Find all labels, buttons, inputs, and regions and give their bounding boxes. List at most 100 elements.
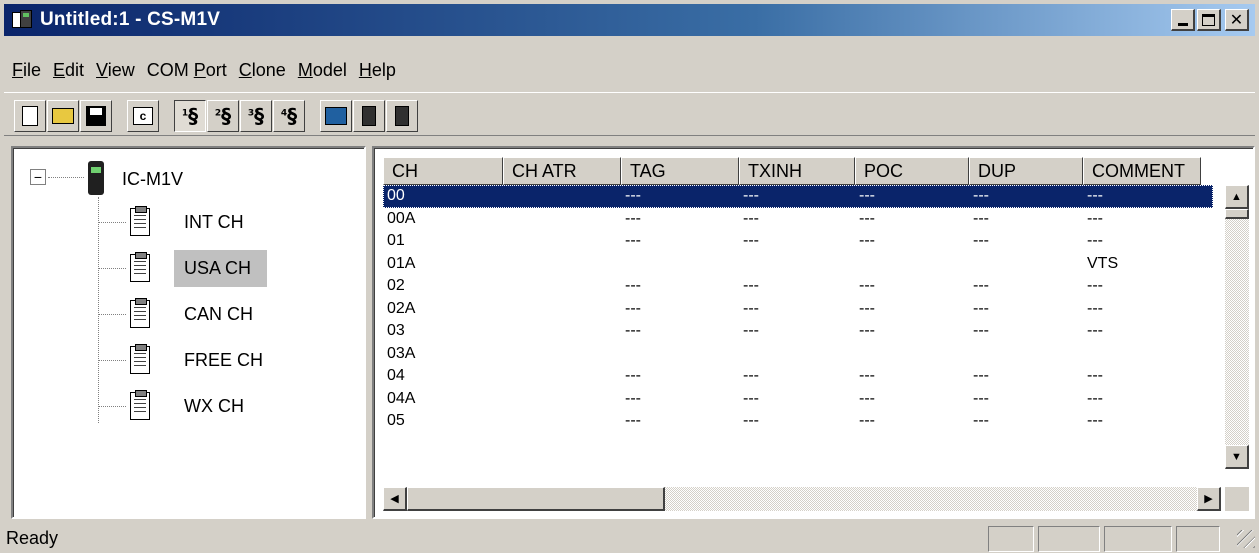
scroll-left-button[interactable]: ◀ bbox=[383, 487, 407, 511]
arrow-left-icon: ◀ bbox=[390, 493, 399, 505]
cell-tag: --- bbox=[625, 209, 641, 227]
port-2-digit: 2 bbox=[214, 108, 222, 119]
table-row[interactable]: 02 --- --- --- --- --- bbox=[383, 275, 1213, 298]
horizontal-scrollbar[interactable]: ◀ ▶ bbox=[383, 487, 1221, 511]
tree-item-can-ch[interactable]: CAN CH bbox=[98, 293, 358, 335]
read-from-radio-icon bbox=[325, 107, 347, 125]
cell-atr bbox=[503, 343, 621, 366]
cell-ch: 01A bbox=[387, 254, 416, 272]
cell-tag bbox=[621, 253, 739, 276]
table-row[interactable]: 03A bbox=[383, 343, 1213, 366]
tree-view[interactable]: − IC-M1V INT CH USA CH CAN CH FREE CH WX CH bbox=[11, 146, 366, 519]
clone-port-3-button[interactable]: 3§ bbox=[240, 100, 272, 132]
cell-poc: --- bbox=[859, 232, 875, 249]
new-button[interactable] bbox=[14, 100, 46, 132]
scroll-down-button[interactable]: ▼ bbox=[1225, 445, 1249, 469]
cell-tag: --- bbox=[625, 412, 641, 429]
close-button[interactable]: ✕ bbox=[1225, 9, 1249, 31]
column-header-ch-atr[interactable]: CH ATR bbox=[503, 157, 621, 185]
scroll-right-button[interactable]: ▶ bbox=[1197, 487, 1221, 511]
cell-txinh: --- bbox=[743, 367, 759, 384]
vertical-scrollbar[interactable]: ▲ ▼ bbox=[1225, 185, 1249, 469]
menu-clone[interactable]: Clone bbox=[239, 60, 286, 81]
cell-txinh: --- bbox=[743, 209, 759, 227]
tree-item-label: WX CH bbox=[184, 395, 244, 416]
menu-model[interactable]: Model bbox=[298, 60, 347, 81]
clone-port-4-icon: 4§ bbox=[280, 104, 298, 128]
comment-button[interactable]: c bbox=[127, 100, 159, 132]
write-to-radio-button[interactable] bbox=[353, 100, 385, 132]
table-row[interactable]: 01 --- --- --- --- --- bbox=[383, 230, 1213, 253]
table-row[interactable]: 04 --- --- --- --- --- bbox=[383, 365, 1213, 388]
table-row[interactable]: 01A VTS bbox=[383, 253, 1213, 276]
status-bar: Ready bbox=[0, 524, 1259, 553]
column-header-dup[interactable]: DUP bbox=[969, 157, 1083, 185]
clipboard-icon bbox=[130, 298, 150, 328]
cell-dup: --- bbox=[973, 232, 989, 249]
menu-edit[interactable]: Edit bbox=[53, 60, 84, 81]
save-button[interactable] bbox=[80, 100, 112, 132]
clone-port-1-icon: 1§ bbox=[181, 104, 199, 128]
cell-atr bbox=[503, 253, 621, 276]
table-row[interactable]: 00 --- --- --- --- --- bbox=[383, 185, 1213, 208]
new-icon bbox=[22, 106, 38, 126]
tree-item-label: USA CH bbox=[174, 249, 268, 287]
resize-grip-icon[interactable] bbox=[1237, 530, 1255, 548]
menu-help[interactable]: Help bbox=[359, 60, 396, 81]
tree-item-wx-ch[interactable]: WX CH bbox=[98, 385, 358, 427]
menu-com-port[interactable]: COM Port bbox=[147, 60, 227, 81]
app-icon[interactable] bbox=[12, 10, 34, 30]
clone-port-3-icon: 3§ bbox=[247, 104, 265, 128]
clone-port-1-button[interactable]: 1§ bbox=[174, 100, 206, 132]
cell-comment: --- bbox=[1087, 209, 1103, 227]
cell-poc: --- bbox=[859, 209, 875, 227]
cell-dup bbox=[969, 343, 1083, 366]
maximize-button[interactable] bbox=[1197, 9, 1221, 31]
channel-list[interactable]: CH CH ATR TAG TXINH POC DUP COMMENT 00 --- --- --… bbox=[372, 146, 1255, 519]
status-panel-4 bbox=[1176, 526, 1220, 552]
open-button[interactable] bbox=[47, 100, 79, 132]
table-row[interactable]: 00A --- --- --- --- --- bbox=[383, 208, 1213, 231]
table-row[interactable]: 03 --- --- --- --- --- bbox=[383, 320, 1213, 343]
column-header-tag[interactable]: TAG bbox=[621, 157, 739, 185]
tree-root-label[interactable]: IC-M1V bbox=[122, 169, 183, 190]
cell-comment: --- bbox=[1087, 299, 1103, 317]
cell-txinh bbox=[739, 253, 855, 276]
cell-txinh: --- bbox=[743, 299, 759, 317]
table-row[interactable]: 05 --- --- --- --- --- bbox=[383, 410, 1213, 433]
comment-c-label: c bbox=[139, 109, 147, 123]
title-bar[interactable]: Untitled:1 - CS-M1V ✕ bbox=[4, 4, 1255, 36]
cell-comment: --- bbox=[1087, 389, 1103, 407]
read-from-radio-button[interactable] bbox=[320, 100, 352, 132]
menu-view[interactable]: View bbox=[96, 60, 135, 81]
maximize-icon bbox=[1202, 13, 1215, 26]
cell-ch: 00 bbox=[387, 187, 405, 204]
arrow-down-icon: ▼ bbox=[1231, 450, 1242, 463]
table-row[interactable]: 04A --- --- --- --- --- bbox=[383, 388, 1213, 411]
column-header-txinh[interactable]: TXINH bbox=[739, 157, 855, 185]
menu-file[interactable]: File bbox=[12, 60, 41, 81]
status-panel-1 bbox=[988, 526, 1034, 552]
collapse-expander-icon[interactable]: − bbox=[30, 169, 46, 185]
column-header-comment[interactable]: COMMENT bbox=[1083, 157, 1201, 185]
minimize-button[interactable] bbox=[1171, 9, 1195, 31]
clipboard-icon bbox=[130, 390, 150, 420]
tree-item-int-ch[interactable]: INT CH bbox=[98, 201, 358, 243]
arrow-right-icon: ▶ bbox=[1204, 493, 1213, 505]
cell-dup bbox=[969, 253, 1083, 276]
clone-port-2-button[interactable]: 2§ bbox=[207, 100, 239, 132]
cell-ch: 02 bbox=[387, 277, 405, 294]
scroll-up-button[interactable]: ▲ bbox=[1225, 185, 1249, 209]
cell-tag: --- bbox=[625, 187, 641, 204]
cell-atr bbox=[503, 275, 621, 298]
radio-transfer-button[interactable] bbox=[386, 100, 418, 132]
tree-item-usa-ch[interactable]: USA CH bbox=[98, 247, 358, 289]
clone-port-4-button[interactable]: 4§ bbox=[273, 100, 305, 132]
vertical-scroll-thumb[interactable] bbox=[1225, 209, 1249, 219]
horizontal-scroll-thumb[interactable] bbox=[407, 487, 665, 511]
table-row[interactable]: 02A --- --- --- --- --- bbox=[383, 298, 1213, 321]
minimize-icon bbox=[1177, 23, 1188, 26]
column-header-poc[interactable]: POC bbox=[855, 157, 969, 185]
column-header-ch[interactable]: CH bbox=[383, 157, 503, 185]
tree-item-free-ch[interactable]: FREE CH bbox=[98, 339, 358, 381]
